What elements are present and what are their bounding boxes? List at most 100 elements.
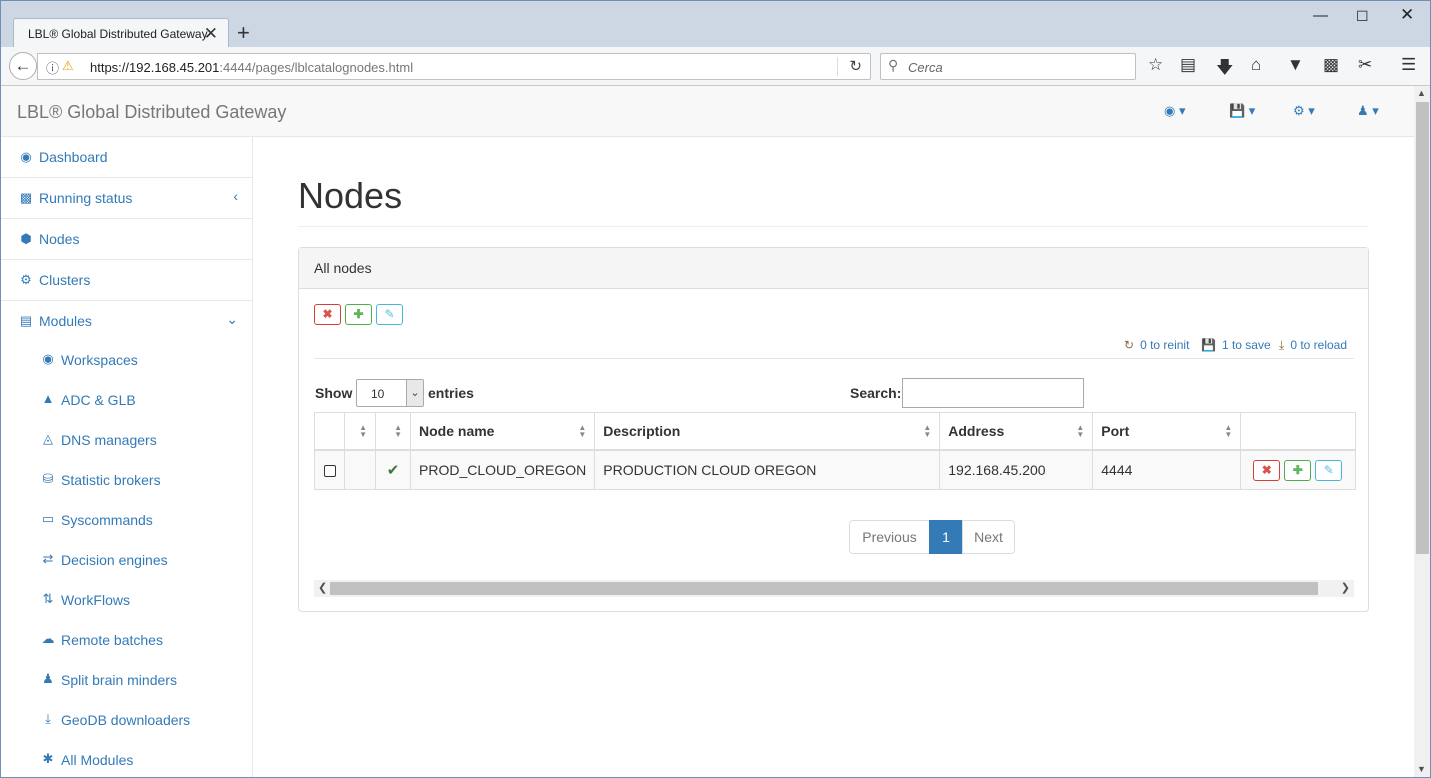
url-text[interactable]: https://192.168.45.201:4444/pages/lblcat… xyxy=(90,60,413,75)
pagination-previous[interactable]: Previous xyxy=(849,520,930,554)
search-placeholder: Cerca xyxy=(908,60,943,75)
sidebar-item-running-status[interactable]: ▩ Running status ‹ xyxy=(1,178,252,219)
sidebar-subitem-syscommands[interactable]: ▭ Syscommands xyxy=(1,501,252,541)
page-content: LBL® Global Distributed Gateway ◉ ▾ 💾 ▾ … xyxy=(1,86,1414,777)
table-horizontal-scrollbar[interactable]: ❮ ❯ xyxy=(314,580,1354,597)
sidebar-item-dashboard[interactable]: ◉ Dashboard xyxy=(1,137,252,178)
row-delete-button[interactable]: ✖ xyxy=(1253,459,1281,481)
sidebar-subitem-all-modules[interactable]: ✱ All Modules xyxy=(1,741,252,777)
delete-selected-button[interactable]: ✖ xyxy=(314,304,341,325)
page-vertical-scrollbar[interactable]: ▲ ▼ xyxy=(1414,86,1430,777)
col-header-port[interactable]: Port ▲ ▼ xyxy=(1092,412,1242,451)
star-icon[interactable]: ☆ xyxy=(1148,55,1163,75)
cell-port: 4444 xyxy=(1092,449,1242,490)
col-header-address[interactable]: Address ▲ ▼ xyxy=(939,412,1094,451)
sidebar-subitem-decision-engines[interactable]: ⇄ Decision engines xyxy=(1,541,252,581)
scroll-right-icon[interactable]: ❯ xyxy=(1341,581,1350,594)
pagination-page-1[interactable]: 1 xyxy=(929,520,963,554)
sidebar-item-label: Dashboard xyxy=(39,149,108,165)
scroll-left-icon[interactable]: ❮ xyxy=(318,581,327,594)
tab-close-icon[interactable]: ✕ xyxy=(204,24,218,44)
sidebar-item-nodes[interactable]: ⬢ Nodes xyxy=(1,219,252,260)
table-row[interactable]: ✔ PROD_CLOUD_OREGON PRODUCTION CLOUD ORE… xyxy=(314,449,1357,490)
row-edit-button[interactable]: ✎ xyxy=(1315,459,1343,481)
lock-warning-icon[interactable]: ⚠ xyxy=(62,58,74,74)
col-header-actions xyxy=(1240,412,1357,451)
reinit-status[interactable]: ↻ 0 to reinit xyxy=(1124,338,1189,352)
save-status[interactable]: 💾 1 to save xyxy=(1201,338,1271,352)
col-header-node-name[interactable]: Node name ▲ ▼ xyxy=(409,412,596,451)
col-header-sort-2[interactable]: ▲ ▼ xyxy=(375,412,411,451)
window-close-icon[interactable]: ✕ xyxy=(1400,5,1414,25)
sort-icon: ▲ ▼ xyxy=(1224,423,1233,439)
show-label: Show xyxy=(315,385,353,401)
scrollbar-thumb[interactable] xyxy=(1416,102,1429,554)
sort-icon: ▲ ▼ xyxy=(1076,423,1085,439)
maximize-icon[interactable]: ☐ xyxy=(1356,8,1369,25)
sidebar-subitem-statistic-brokers[interactable]: ⛁ Statistic brokers xyxy=(1,461,252,501)
url-bar[interactable]: ⓘ ⚠ https://192.168.45.201:4444/pages/lb… xyxy=(37,53,871,80)
pocket-icon[interactable]: ▼ xyxy=(1287,55,1304,75)
sidebar-subitem-label: Workspaces xyxy=(61,352,138,368)
reload-status[interactable]: ⤓ 0 to reload xyxy=(1279,338,1347,353)
chevron-down-icon[interactable]: ⌄ xyxy=(406,380,423,406)
user-menu-icon[interactable]: ♟ ▾ xyxy=(1357,103,1379,119)
sidebar-subitem-split-brain-minders[interactable]: ♟ Split brain minders xyxy=(1,661,252,701)
row-add-button[interactable]: ✚ xyxy=(1284,459,1312,481)
sidebar-subitem-adc-glb[interactable]: ▲ ADC & GLB xyxy=(1,381,252,421)
app-header: LBL® Global Distributed Gateway ◉ ▾ 💾 ▾ … xyxy=(1,86,1414,137)
sort-icon: ▲ ▼ xyxy=(923,423,932,439)
sidebar-item-modules[interactable]: ▤ Modules ⌄ xyxy=(1,301,252,342)
col-header-sort-1[interactable]: ▲ ▼ xyxy=(344,412,376,451)
sidebar-item-label: Modules xyxy=(39,313,92,329)
pagination-next[interactable]: Next xyxy=(962,520,1015,554)
reload-icon[interactable]: ↻ xyxy=(849,57,862,75)
info-icon[interactable]: ⓘ xyxy=(46,58,59,77)
save-menu-icon[interactable]: 💾 ▾ xyxy=(1229,103,1255,119)
row-checkbox[interactable] xyxy=(323,465,336,478)
entries-select-value: 10 xyxy=(371,387,385,401)
back-icon[interactable]: ← xyxy=(9,52,37,80)
search-label: Search: xyxy=(850,385,902,401)
sidebar-item-clusters[interactable]: ⚙ Clusters xyxy=(1,260,252,301)
home-icon[interactable]: ⌂ xyxy=(1251,55,1261,75)
zip-icon[interactable]: ▩ xyxy=(1323,55,1339,75)
minimize-icon[interactable]: — xyxy=(1313,7,1328,24)
menu-icon[interactable]: ☰ xyxy=(1401,55,1416,75)
cube-icon: ⬢ xyxy=(20,231,32,246)
new-tab-icon[interactable]: + xyxy=(237,20,250,46)
sidebar-subitem-geodb-downloaders[interactable]: ⤓ GeoDB downloaders xyxy=(1,701,252,741)
screenshot-icon[interactable]: ✂ xyxy=(1358,55,1372,75)
app-brand[interactable]: LBL® Global Distributed Gateway xyxy=(17,102,286,123)
row-select-cell xyxy=(314,449,345,490)
sidebar-subitem-remote-batches[interactable]: ☁ Remote batches xyxy=(1,621,252,661)
reading-list-icon[interactable]: ▤ xyxy=(1180,55,1196,75)
refresh-icon: ↻ xyxy=(1124,338,1135,352)
save-icon: 💾 xyxy=(1201,338,1216,352)
dashboard-menu-icon[interactable]: ◉ ▾ xyxy=(1164,103,1185,119)
sidebar-subitem-workflows[interactable]: ⇅ WorkFlows xyxy=(1,581,252,621)
sidebar-subitem-label: ADC & GLB xyxy=(61,392,136,408)
browser-search-box[interactable]: ⚲ Cerca xyxy=(880,53,1136,80)
download-icon[interactable]: 🡇 xyxy=(1216,55,1233,84)
sidebar-subitem-label: WorkFlows xyxy=(61,592,130,608)
search-icon: ⚲ xyxy=(888,57,899,73)
edit-selected-button[interactable]: ✎ xyxy=(376,304,403,325)
scroll-up-icon[interactable]: ▲ xyxy=(1417,88,1426,98)
col-header-description[interactable]: Description ▲ ▼ xyxy=(594,412,941,451)
sidebar-subitem-workspaces[interactable]: ◉ Workspaces xyxy=(1,341,252,381)
database-icon: ⛁ xyxy=(42,471,54,486)
browser-tab[interactable]: LBL® Global Distributed Gateway ✕ xyxy=(13,18,229,48)
gear-menu-icon[interactable]: ⚙ ▾ xyxy=(1293,103,1315,119)
sort-icon: ▲ ▼ xyxy=(359,423,367,439)
entries-select[interactable]: 10 ⌄ xyxy=(356,379,424,407)
table-search-input[interactable] xyxy=(902,378,1084,408)
random-icon: ⇄ xyxy=(42,551,54,566)
scrollbar-thumb[interactable] xyxy=(330,582,1318,595)
bar-chart-icon: ▩ xyxy=(19,190,33,205)
add-node-button[interactable]: ✚ xyxy=(345,304,372,325)
page-title: Nodes xyxy=(298,175,403,216)
list-icon: ▤ xyxy=(19,313,33,328)
scroll-down-icon[interactable]: ▼ xyxy=(1417,764,1426,774)
sidebar-subitem-dns-managers[interactable]: ◬ DNS managers xyxy=(1,421,252,461)
